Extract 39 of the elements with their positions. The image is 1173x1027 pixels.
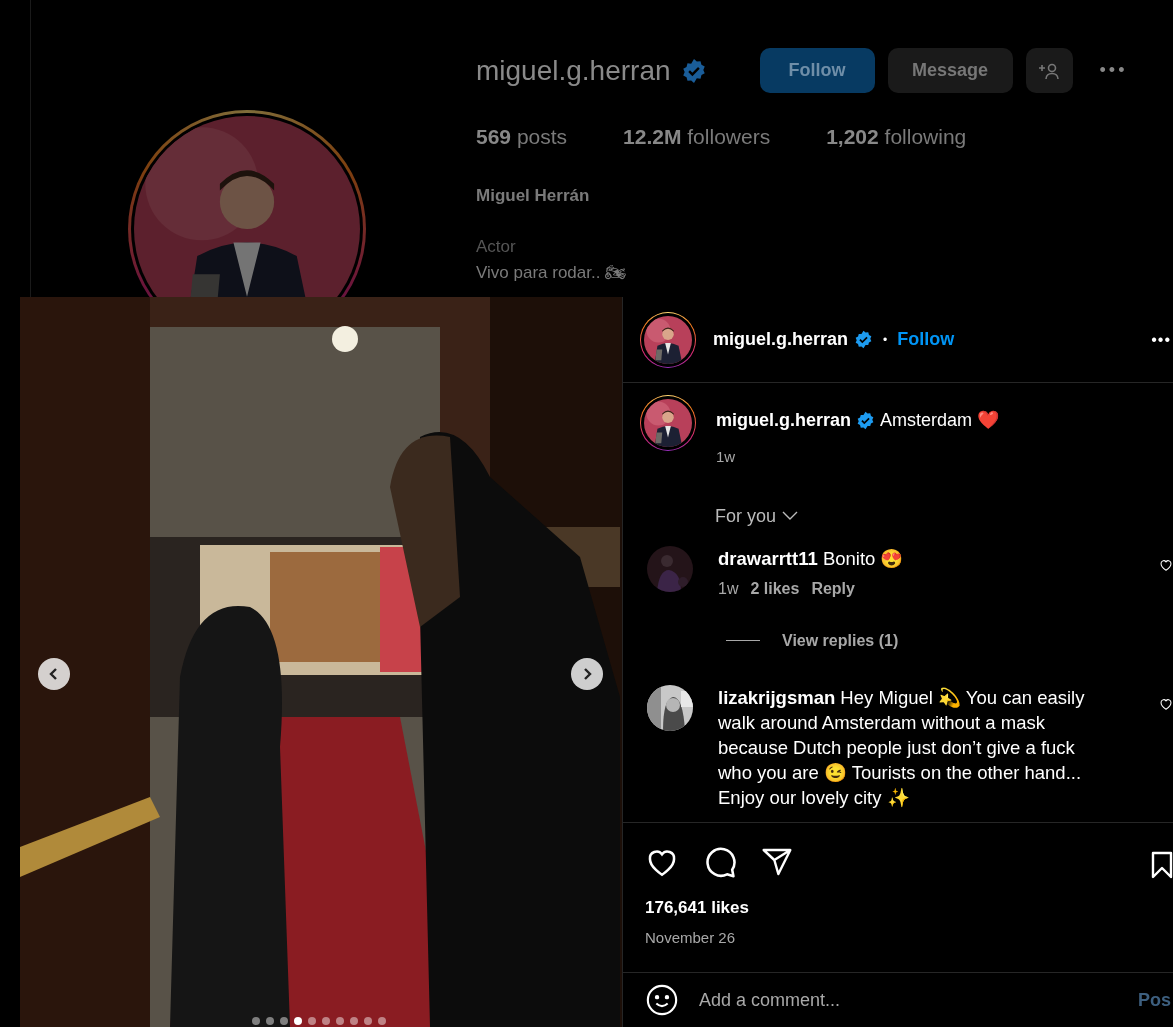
sort-dropdown[interactable]: For you	[715, 502, 799, 530]
follow-button[interactable]: Follow	[759, 48, 875, 93]
stat-label[interactable]: 1,202 following	[826, 121, 967, 153]
post-date: November 26	[645, 927, 737, 948]
username[interactable]: miguel.g.herran	[713, 326, 849, 353]
add-friend-button[interactable]	[1025, 48, 1073, 93]
separator-dot: •	[883, 331, 888, 349]
emoji-icon[interactable]	[645, 983, 679, 1017]
bio-line: Vivo para rodar.. 🏍	[476, 261, 629, 284]
more-button[interactable]: •••	[1151, 327, 1171, 352]
timestamp: 1w	[716, 447, 737, 467]
comment-text: drawarrtt11 Bonito 😍	[718, 546, 905, 571]
chevron-right-icon	[581, 667, 593, 681]
more-button[interactable]: •••	[1099, 57, 1128, 84]
heart-icon[interactable]	[1159, 557, 1173, 572]
follow-link[interactable]: Follow	[897, 326, 955, 353]
view-replies-button[interactable]: View replies (1)	[782, 628, 899, 653]
chevron-left-icon	[48, 667, 60, 681]
username[interactable]: miguel.g.herran	[716, 407, 852, 434]
comment-icon[interactable]	[703, 845, 737, 879]
bookmark-icon[interactable]	[1151, 851, 1173, 879]
username: miguel.g.herran	[476, 53, 671, 88]
reply-button[interactable]: Reply	[811, 576, 855, 601]
full-name: Miguel Herrán	[476, 184, 591, 207]
category-label: Actor	[476, 236, 517, 258]
stat-label[interactable]: 12.2M followers	[623, 121, 771, 153]
comment-input[interactable]: Add a comment...	[699, 986, 1118, 1014]
share-icon[interactable]	[761, 846, 793, 878]
comment-meta: 2 likes	[750, 578, 800, 599]
heart-icon[interactable]	[1159, 696, 1173, 711]
chevron-down-icon	[782, 511, 799, 521]
likes-count: 176,641 likes	[645, 897, 750, 919]
stat-label[interactable]: 569 posts	[476, 121, 568, 153]
comment-meta: 1w	[718, 578, 739, 599]
add-person-icon	[1038, 61, 1061, 80]
message-button[interactable]: Message	[887, 48, 1013, 93]
caption-text: Amsterdam ❤	[880, 409, 1000, 432]
comment-text: lizakrijgsman Hey Miguel 💫 You can easily walk around Amsterdam without a mask because Dutch people just don’t give a fuck who you are 😉 Tourists on the other hand... Enjoy our lovely city ✨	[718, 685, 1086, 810]
story-ring[interactable]	[640, 395, 696, 451]
